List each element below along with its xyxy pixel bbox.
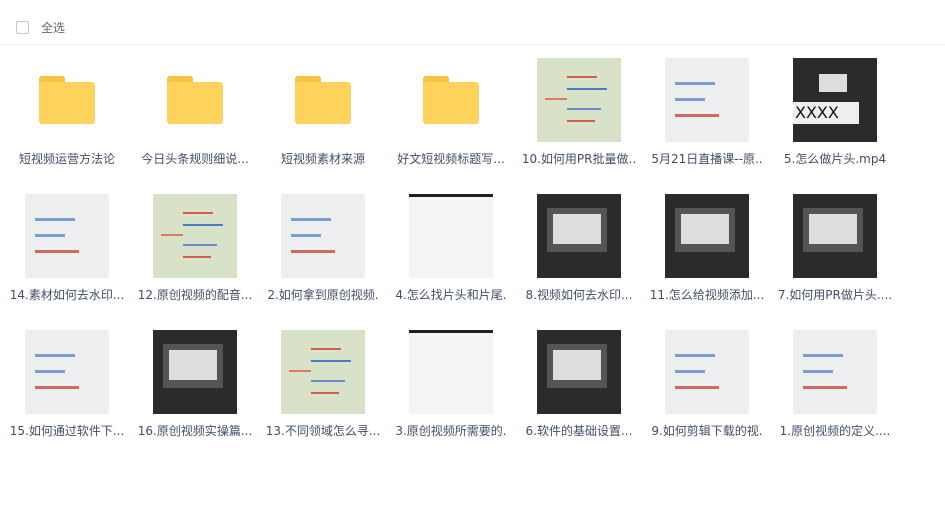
folder-item[interactable]: 好文短视频标题写...	[387, 58, 515, 166]
file-name: 3.原创视频所需要的.	[395, 424, 507, 438]
file-name: 15.如何通过软件下...	[9, 424, 125, 438]
file-thumbnail	[281, 194, 365, 278]
file-name: 13.不同领域怎么寻...	[265, 424, 381, 438]
file-item[interactable]: 4.怎么找片头和片尾.	[387, 194, 515, 302]
file-grid: 短视频运营方法论 今日头条规则细说... 短视频素材来源 好文短视频标题写... 10.…	[3, 58, 899, 438]
file-item[interactable]: XXXX 5.怎么做片头.mp4	[771, 58, 899, 166]
file-item[interactable]: 8.视频如何去水印...	[515, 194, 643, 302]
file-item[interactable]: 16.原创视频实操篇...	[131, 330, 259, 438]
file-item[interactable]: 11.怎么给视频添加...	[643, 194, 771, 302]
select-all-label: 全选	[41, 21, 66, 35]
file-item[interactable]: 14.素材如何去水印...	[3, 194, 131, 302]
folder-icon	[409, 58, 493, 142]
folder-item[interactable]: 短视频运营方法论	[3, 58, 131, 166]
file-name: 12.原创视频的配音...	[137, 288, 253, 302]
file-thumbnail	[409, 194, 493, 278]
file-name: 5月21日直播课--原..	[651, 152, 763, 166]
file-name: 短视频素材来源	[280, 152, 365, 166]
file-thumbnail	[793, 194, 877, 278]
file-item[interactable]: 5月21日直播课--原..	[643, 58, 771, 166]
file-name: 好文短视频标题写...	[397, 152, 505, 166]
folder-icon	[153, 58, 237, 142]
file-item[interactable]: 12.原创视频的配音...	[131, 194, 259, 302]
file-item[interactable]: 2.如何拿到原创视频.	[259, 194, 387, 302]
file-name: 8.视频如何去水印...	[525, 288, 633, 302]
file-thumbnail	[665, 194, 749, 278]
breadcrumb	[0, 0, 945, 4]
select-all-checkbox[interactable]	[16, 21, 29, 34]
file-item[interactable]: 9.如何剪辑下载的视.	[643, 330, 771, 438]
file-name: 今日头条规则细说...	[141, 152, 249, 166]
thumbnail-overlay-text: XXXX	[793, 102, 859, 124]
file-item[interactable]: 6.软件的基础设置...	[515, 330, 643, 438]
file-thumbnail	[537, 58, 621, 142]
file-thumbnail	[537, 330, 621, 414]
file-name: 2.如何拿到原创视频.	[267, 288, 379, 302]
file-thumbnail	[409, 330, 493, 414]
file-item[interactable]: 10.如何用PR批量做..	[515, 58, 643, 166]
file-thumbnail	[537, 194, 621, 278]
select-all[interactable]: 全选	[16, 19, 65, 36]
file-item[interactable]: 15.如何通过软件下...	[3, 330, 131, 438]
file-name: 短视频运营方法论	[18, 152, 115, 166]
file-name: 6.软件的基础设置...	[525, 424, 633, 438]
file-thumbnail: XXXX	[793, 58, 877, 142]
file-name: 7.如何用PR做片头....	[777, 288, 893, 302]
file-thumbnail	[153, 330, 237, 414]
file-name: 4.怎么找片头和片尾.	[395, 288, 507, 302]
file-item[interactable]: 1.原创视频的定义....	[771, 330, 899, 438]
file-thumbnail	[153, 194, 237, 278]
file-name: 1.原创视频的定义....	[779, 424, 891, 438]
file-item[interactable]: 7.如何用PR做片头....	[771, 194, 899, 302]
folder-item[interactable]: 今日头条规则细说...	[131, 58, 259, 166]
file-thumbnail	[665, 330, 749, 414]
file-thumbnail	[25, 194, 109, 278]
file-item[interactable]: 13.不同领域怎么寻...	[259, 330, 387, 438]
file-name: 9.如何剪辑下载的视.	[651, 424, 763, 438]
file-thumbnail	[665, 58, 749, 142]
file-name: 16.原创视频实操篇...	[137, 424, 253, 438]
file-name: 11.怎么给视频添加...	[649, 288, 765, 302]
file-name: 14.素材如何去水印...	[9, 288, 125, 302]
folder-icon	[25, 58, 109, 142]
file-name: 5.怎么做片头.mp4	[783, 152, 887, 166]
divider	[0, 44, 945, 45]
file-thumbnail	[25, 330, 109, 414]
file-thumbnail	[793, 330, 877, 414]
file-thumbnail	[281, 330, 365, 414]
file-name: 10.如何用PR批量做..	[521, 152, 637, 166]
file-item[interactable]: 3.原创视频所需要的.	[387, 330, 515, 438]
folder-icon	[281, 58, 365, 142]
folder-item[interactable]: 短视频素材来源	[259, 58, 387, 166]
